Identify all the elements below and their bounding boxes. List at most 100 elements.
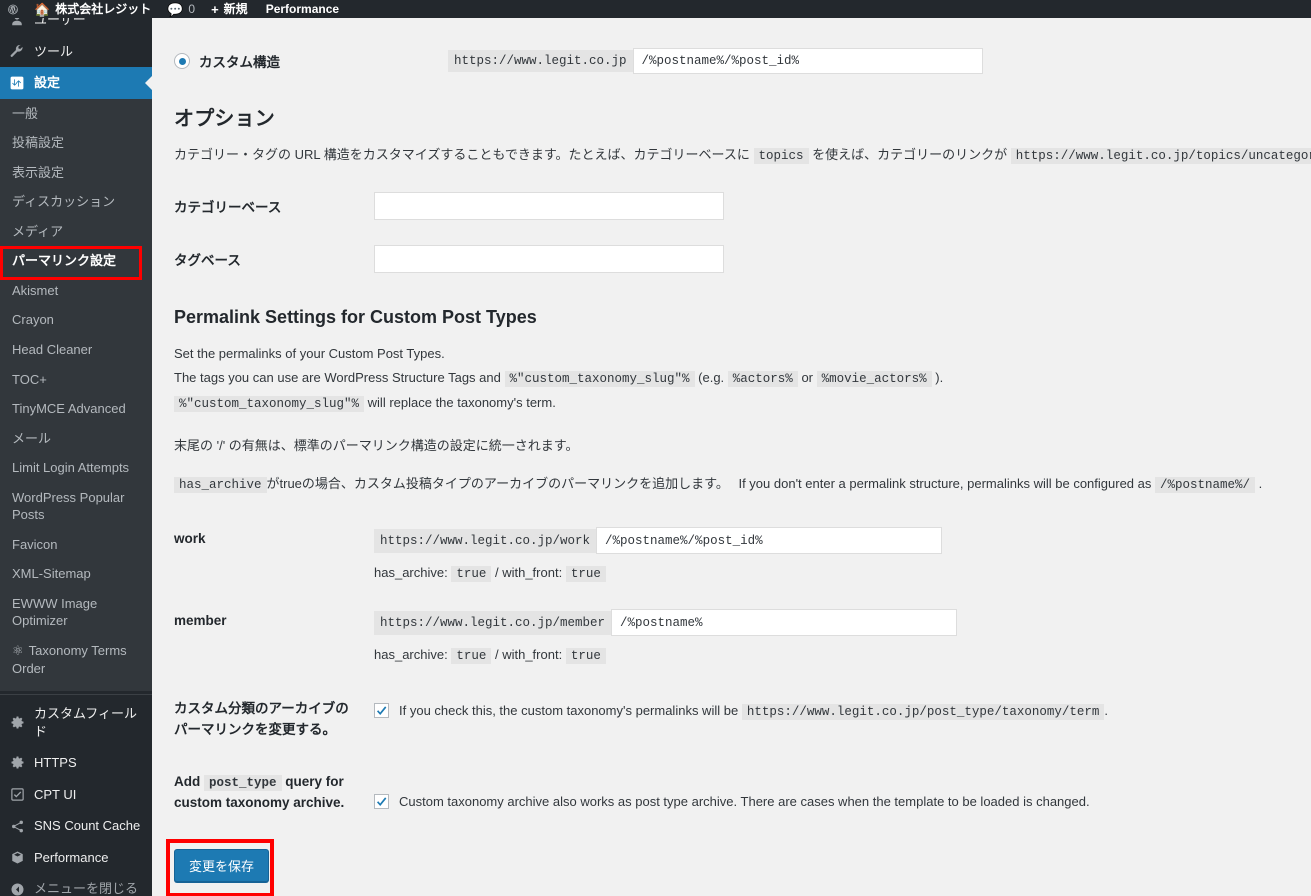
cpt-desc-line-2-b: (e.g.: [698, 370, 725, 386]
cpt-member-with-front-value: true: [565, 648, 606, 665]
sidebar-item-toc-plus[interactable]: TOC+: [0, 365, 152, 395]
cpt-member-with-front-label: / with_front:: [494, 647, 563, 663]
sidebar-item-https-label: HTTPS: [34, 755, 77, 771]
sidebar-item-tinymce-advanced[interactable]: TinyMCE Advanced: [0, 394, 152, 424]
custom-structure-radio[interactable]: [174, 53, 190, 69]
cpt-desc-line-5: has_archive がtrueの場合、カスタム投稿タイプのアーカイブのパーマリ…: [174, 472, 1311, 497]
admin-bar-performance[interactable]: Performance: [256, 0, 347, 18]
sidebar-item-performance-label: Performance: [34, 849, 109, 865]
cpt-work-input-row: https://www.legit.co.jp/work: [374, 527, 943, 555]
cpt-member-has-archive-value: true: [451, 648, 492, 665]
custom-structure-input[interactable]: [632, 48, 983, 74]
admin-bar-site-name[interactable]: 🏠 株式会社レジット: [26, 0, 159, 18]
sidebar-item-mail[interactable]: メール: [0, 424, 152, 454]
custom-structure-prefix: https://www.legit.co.jp: [448, 50, 633, 72]
post-type-query-label: Add post_type query for custom taxonomy …: [174, 772, 374, 813]
cpt-desc-line-5-b: If you don't enter a permalink structure…: [738, 476, 1152, 492]
sidebar-item-https[interactable]: HTTPS: [0, 747, 152, 779]
cpt-name-work: work: [174, 531, 206, 547]
cpt-desc-line-5-a: がtrueの場合、カスタム投稿タイプのアーカイブのパーマリンクを追加します。: [266, 476, 729, 492]
sidebar-item-collapse-menu-label: メニューを閉じる: [34, 881, 139, 896]
sidebar-item-users[interactable]: ユーザー: [0, 18, 152, 36]
post-type-query-control: Custom taxonomy archive also works as po…: [374, 772, 1090, 813]
sidebar-item-custom-fields-label: カスタムフィールド: [34, 706, 137, 739]
sidebar-item-favicon[interactable]: Favicon: [0, 530, 152, 560]
cpt-desc-line-2: The tags you can use are WordPress Struc…: [174, 366, 1311, 391]
cpt-desc-code-movie-actors: %movie_actors%: [816, 371, 932, 388]
sidebar-item-tools[interactable]: ツール: [0, 36, 152, 68]
cpt-work-meta: has_archive: true / with_front: true: [374, 565, 942, 583]
category-base-label: カテゴリーベース: [174, 200, 282, 215]
sidebar-item-performance[interactable]: Performance: [0, 842, 152, 874]
sidebar-item-discussion[interactable]: ディスカッション: [0, 187, 152, 217]
sidebar-item-xml-sitemap[interactable]: XML-Sitemap: [0, 559, 152, 589]
sidebar-item-tools-label: ツール: [34, 43, 74, 59]
sidebar-item-taxonomy-terms-order[interactable]: ⚛ Taxonomy Terms Order: [0, 636, 152, 683]
cpt-desc-line-1: Set the permalinks of your Custom Post T…: [174, 346, 445, 361]
permalink-highlight-wrap: パーマリンク設定: [0, 246, 152, 281]
cpt-row-work: work https://www.legit.co.jp/work has_ar…: [174, 527, 1311, 583]
cpt-desc-code-postname: /%postname%/: [1155, 477, 1256, 494]
cpt-desc-line-2-d: ).: [935, 370, 944, 386]
settings-submenu: 一般 投稿設定 表示設定 ディスカッション メディア パーマリンク設定 Akis…: [0, 98, 152, 692]
cpt-description-2: 末尾の '/' の有無は、標準のパーマリンク構造の設定に統一されます。: [174, 434, 1311, 458]
options-note: カテゴリー・タグの URL 構造をカスタマイズすることもできます。たとえば、カテ…: [174, 145, 1311, 166]
taxonomy-archive-code: https://www.legit.co.jp/post_type/taxono…: [741, 704, 1105, 721]
wordpress-icon[interactable]: [0, 0, 26, 18]
sidebar-item-settings[interactable]: 設定: [0, 67, 152, 99]
sidebar-item-settings-label: 設定: [34, 75, 61, 91]
cpt-member-input[interactable]: [611, 609, 958, 637]
cpt-desc-code-slug-2: %"custom_taxonomy_slug"%: [174, 396, 365, 413]
sidebar-item-users-label: ユーザー: [34, 18, 86, 27]
post-type-query-code: post_type: [204, 774, 282, 791]
sidebar-item-akismet[interactable]: Akismet: [0, 276, 152, 306]
category-base-input[interactable]: [374, 192, 724, 220]
cpt-work-prefix: https://www.legit.co.jp/work: [374, 528, 597, 553]
sidebar-item-general[interactable]: 一般: [0, 99, 152, 129]
share-icon: [0, 819, 34, 834]
cpt-name-member: member: [174, 613, 227, 629]
sidebar-item-ewww-image-optimizer[interactable]: EWWW Image Optimizer: [0, 589, 152, 636]
admin-bar: 🏠 株式会社レジット 💬 0 + 新規 Performance: [0, 0, 1311, 18]
taxonomy-archive-text-b: .: [1104, 703, 1108, 719]
main-content: カスタム構造 https://www.legit.co.jp オプション カテゴ…: [152, 18, 1311, 896]
sidebar-item-collapse-menu[interactable]: メニューを閉じる: [0, 873, 152, 896]
new-label: 新規: [223, 2, 248, 16]
sidebar-item-cpt-ui[interactable]: CPT UI: [0, 779, 152, 811]
sidebar-item-crayon[interactable]: Crayon: [0, 305, 152, 335]
options-note-code-topics: topics: [753, 148, 809, 164]
sidebar-item-sns-count-cache[interactable]: SNS Count Cache: [0, 810, 152, 842]
users-icon: [0, 18, 34, 28]
category-base-row: カテゴリーベース: [174, 192, 1311, 220]
taxonomy-archive-text-a: If you check this, the custom taxonomy's…: [399, 703, 739, 719]
cpt-work-has-archive-label: has_archive:: [374, 565, 448, 581]
taxonomy-archive-label: カスタム分類のアーカイブのパーマリンクを変更する。: [174, 701, 349, 737]
sidebar-item-sns-count-cache-label: SNS Count Cache: [34, 818, 141, 834]
sidebar-item-writing[interactable]: 投稿設定: [0, 128, 152, 158]
post-type-query-checkbox[interactable]: [374, 793, 389, 809]
cube-icon: [0, 850, 34, 865]
cpt-work-input[interactable]: [596, 527, 943, 555]
sidebar-item-media[interactable]: メディア: [0, 217, 152, 247]
sidebar-item-wordpress-popular-posts[interactable]: WordPress Popular Posts: [0, 483, 152, 530]
sidebar-item-reading[interactable]: 表示設定: [0, 158, 152, 188]
tag-base-input[interactable]: [374, 245, 724, 273]
taxonomy-archive-checkbox[interactable]: [374, 703, 389, 719]
sidebar-item-permalinks[interactable]: パーマリンク設定: [0, 246, 152, 276]
admin-bar-new[interactable]: + 新規: [203, 0, 256, 18]
performance-label: Performance: [265, 2, 340, 16]
cpt-member-meta: has_archive: true / with_front: true: [374, 647, 957, 665]
post-type-query-text: Custom taxonomy archive also works as po…: [399, 793, 1090, 809]
sidebar-item-custom-fields[interactable]: カスタムフィールド: [0, 698, 152, 747]
site-name-label: 株式会社レジット: [55, 2, 152, 16]
save-button[interactable]: 変更を保存: [174, 848, 270, 882]
sidebar-item-cpt-ui-label: CPT UI: [34, 786, 77, 802]
admin-bar-comments[interactable]: 💬 0: [159, 0, 203, 18]
tag-base-label: タグベース: [174, 253, 241, 268]
gear-icon: [0, 755, 34, 770]
gear-icon: [0, 715, 34, 730]
options-heading: オプション: [174, 108, 275, 130]
sidebar-item-limit-login-attempts[interactable]: Limit Login Attempts: [0, 453, 152, 483]
cpt-member-has-archive-label: has_archive:: [374, 647, 448, 663]
sidebar-item-head-cleaner[interactable]: Head Cleaner: [0, 335, 152, 365]
